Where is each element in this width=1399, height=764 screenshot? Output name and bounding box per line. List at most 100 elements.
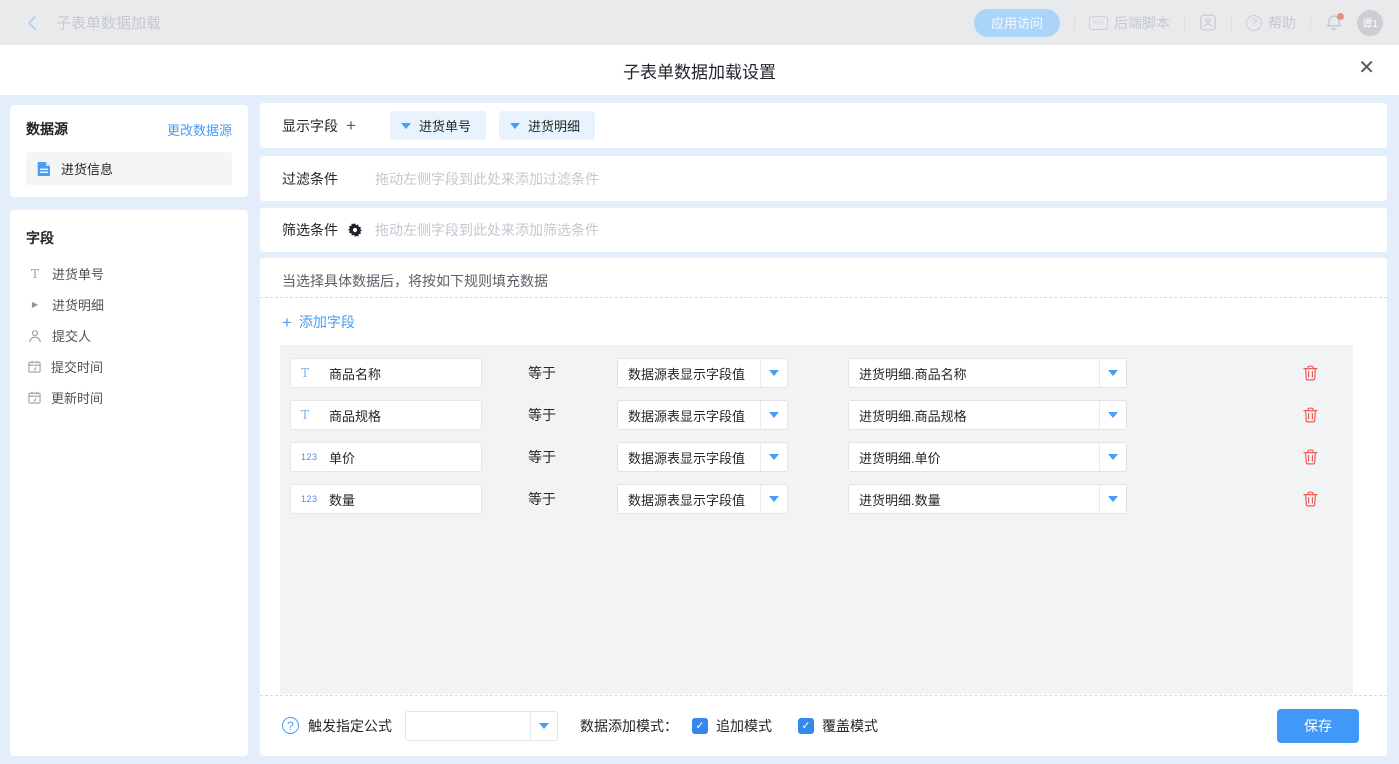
gear-icon[interactable] — [348, 223, 362, 237]
delete-row-button[interactable] — [1303, 449, 1318, 470]
field-item-submit-time[interactable]: 提交时间 — [26, 351, 232, 382]
help-tooltip-icon[interactable]: ? — [282, 717, 299, 734]
source-field-dropdown[interactable]: 进货明细.单价 — [848, 442, 1127, 472]
equals-operator: 等于 — [528, 447, 556, 467]
chevron-down-icon — [1108, 412, 1118, 418]
fields-panel: 字段 T 进货单号 ▶ 进货明细 提交人 提交时间 更新时间 — [10, 210, 248, 756]
text-field-icon: T — [28, 267, 42, 281]
contacts-button[interactable] — [1199, 14, 1217, 31]
code-icon: </> — [1089, 16, 1108, 30]
source-type-dropdown[interactable]: 数据源表显示字段值 — [617, 358, 788, 388]
contact-card-icon — [1199, 14, 1217, 31]
datasource-panel: 数据源 更改数据源 进货信息 — [10, 105, 248, 197]
mapping-footer: ? 触发指定公式 数据添加模式： ✓ 追加模式 ✓ 覆盖模式 保存 — [260, 695, 1387, 756]
close-icon[interactable]: ✕ — [1358, 58, 1375, 78]
calendar-icon — [28, 360, 41, 373]
subform-expand-icon: ▶ — [28, 300, 42, 309]
source-field-dropdown[interactable]: 进货明细.商品规格 — [848, 400, 1127, 430]
checkbox-checked-icon: ✓ — [798, 718, 814, 734]
source-field-dropdown[interactable]: 进货明细.数量 — [848, 484, 1127, 514]
field-item-update-time[interactable]: 更新时间 — [26, 382, 232, 413]
backend-script-button[interactable]: </> 后端脚本 — [1089, 13, 1170, 33]
topbar: 子表单数据加载 应用访问 </> 后端脚本 ? 帮助 谭1 — [0, 0, 1399, 45]
delete-row-button[interactable] — [1303, 491, 1318, 512]
screening-condition-row: 筛选条件 拖动左侧字段到此处来添加筛选条件 — [260, 208, 1387, 252]
add-mapping-field-button[interactable]: + 添加字段 — [282, 312, 355, 332]
display-field-chip[interactable]: 进货单号 — [390, 111, 486, 140]
equals-operator: 等于 — [528, 489, 556, 509]
mapping-hint: 当选择具体数据后，将按如下规则填充数据 — [282, 271, 548, 291]
help-button[interactable]: ? 帮助 — [1246, 13, 1296, 33]
modal-body: 数据源 更改数据源 进货信息 字段 T 进货单号 ▶ 进货明细 提交人 — [0, 95, 1399, 764]
divider — [1310, 15, 1311, 31]
form-file-icon — [36, 161, 52, 177]
number-field-icon: 123 — [301, 452, 319, 462]
source-type-dropdown[interactable]: 数据源表显示字段值 — [617, 484, 788, 514]
screening-condition-label: 筛选条件 — [282, 220, 338, 240]
app-access-button[interactable]: 应用访问 — [974, 9, 1060, 37]
text-field-icon: T — [301, 366, 319, 380]
display-field-chip[interactable]: 进货明细 — [499, 111, 595, 140]
source-type-dropdown[interactable]: 数据源表显示字段值 — [617, 442, 788, 472]
datasource-title: 数据源 — [26, 119, 68, 139]
trigger-formula-label: 触发指定公式 — [308, 716, 392, 736]
chevron-down-icon — [1108, 496, 1118, 502]
checkbox-checked-icon: ✓ — [692, 718, 708, 734]
source-type-dropdown[interactable]: 数据源表显示字段值 — [617, 400, 788, 430]
datasource-item[interactable]: 进货信息 — [26, 152, 232, 185]
field-item-text[interactable]: T 进货单号 — [26, 258, 232, 289]
fields-title: 字段 — [26, 228, 232, 248]
chevron-down-icon — [769, 454, 779, 460]
avatar[interactable]: 谭1 — [1357, 10, 1383, 36]
trigger-formula-select[interactable] — [405, 711, 558, 741]
field-item-submitter[interactable]: 提交人 — [26, 320, 232, 351]
target-field-select[interactable]: 123 数量 — [290, 484, 482, 514]
modal-title: 子表单数据加载设置 — [623, 58, 776, 83]
filter-dropzone-placeholder: 拖动左侧字段到此处来添加过滤条件 — [375, 169, 599, 189]
equals-operator: 等于 — [528, 405, 556, 425]
change-datasource-link[interactable]: 更改数据源 — [167, 120, 232, 139]
trash-icon — [1303, 491, 1318, 507]
trash-icon — [1303, 365, 1318, 381]
append-mode-checkbox[interactable]: ✓ 追加模式 — [692, 716, 772, 736]
notifications-button[interactable] — [1325, 14, 1343, 32]
divider — [1184, 15, 1185, 31]
data-add-mode-label: 数据添加模式： — [580, 716, 678, 736]
field-item-subform[interactable]: ▶ 进货明细 — [26, 289, 232, 320]
chevron-down-icon — [539, 723, 549, 729]
plus-icon: + — [282, 314, 292, 331]
filter-condition-row: 过滤条件 拖动左侧字段到此处来添加过滤条件 — [260, 156, 1387, 201]
source-field-dropdown[interactable]: 进货明细.商品名称 — [848, 358, 1127, 388]
delete-row-button[interactable] — [1303, 407, 1318, 428]
calendar-icon — [28, 391, 41, 404]
target-field-select[interactable]: T 商品名称 — [290, 358, 482, 388]
chevron-down-icon — [1108, 454, 1118, 460]
back-button[interactable] — [24, 14, 42, 32]
chevron-down-icon — [401, 123, 411, 129]
overwrite-mode-checkbox[interactable]: ✓ 覆盖模式 — [798, 716, 878, 736]
divider — [1231, 15, 1232, 31]
add-display-field-button[interactable]: + — [346, 117, 356, 134]
target-field-select[interactable]: T 商品规格 — [290, 400, 482, 430]
chevron-down-icon — [769, 370, 779, 376]
equals-operator: 等于 — [528, 363, 556, 383]
back-chevron-icon — [24, 14, 42, 32]
screening-dropzone-placeholder: 拖动左侧字段到此处来添加筛选条件 — [375, 220, 599, 240]
save-button[interactable]: 保存 — [1277, 709, 1359, 743]
trash-icon — [1303, 407, 1318, 423]
page-title: 子表单数据加载 — [56, 12, 161, 33]
filter-condition-label: 过滤条件 — [282, 169, 338, 189]
target-field-select[interactable]: 123 单价 — [290, 442, 482, 472]
display-fields-label: 显示字段 — [282, 116, 338, 136]
mapping-rows-area: T 商品名称 等于 数据源表显示字段值 进货明细.商品名称 T 商品规格 — [280, 345, 1353, 694]
mapping-row: T 商品名称 等于 数据源表显示字段值 进货明细.商品名称 — [280, 358, 1353, 388]
chevron-down-icon — [510, 123, 520, 129]
chevron-down-icon — [769, 496, 779, 502]
trash-icon — [1303, 449, 1318, 465]
delete-row-button[interactable] — [1303, 365, 1318, 386]
mapping-row: 123 数量 等于 数据源表显示字段值 进货明细.数量 — [280, 484, 1353, 514]
number-field-icon: 123 — [301, 494, 319, 504]
mapping-panel: 当选择具体数据后，将按如下规则填充数据 + 添加字段 T 商品名称 等于 数据源… — [260, 258, 1387, 756]
modal-header: 子表单数据加载设置 ✕ — [0, 45, 1399, 95]
divider — [1074, 15, 1075, 31]
